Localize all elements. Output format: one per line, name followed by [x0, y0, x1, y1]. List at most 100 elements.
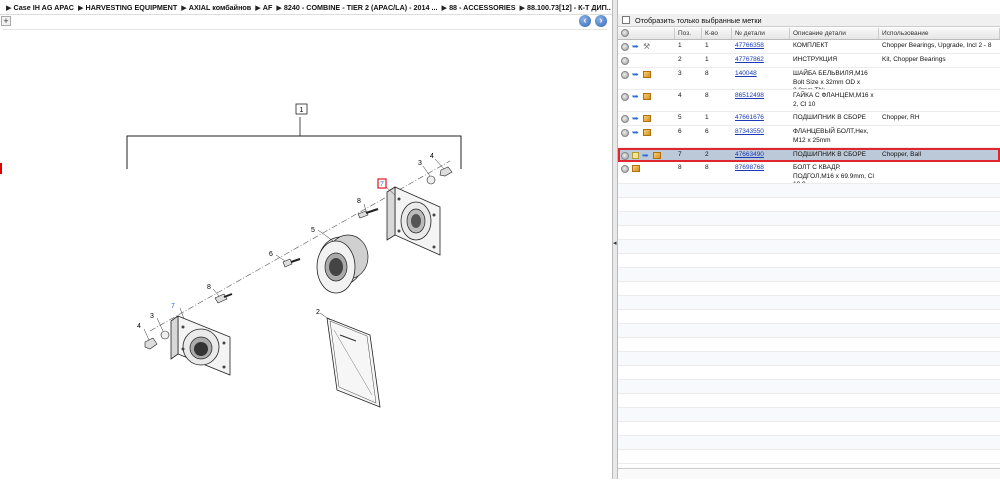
callout-2[interactable]: 2: [316, 309, 320, 316]
table-row[interactable]: 8 8 87698768 БОЛТ С КВАДР. ПОДГОЛ,M16 x 69.…: [618, 162, 1000, 184]
parts-table: Поз. К-во № детали Описание детали Испол…: [618, 28, 1000, 464]
callout-1[interactable]: 1: [300, 107, 304, 114]
arrow-icon[interactable]: ➥: [632, 43, 640, 51]
header-description[interactable]: Описание детали: [790, 28, 879, 39]
part-number-link[interactable]: 47661676: [735, 114, 764, 121]
row-icons: ➥: [618, 90, 675, 111]
table-row[interactable]: ➥ 6 6 87343550 ФЛАНЦЕВЫЙ БОЛТ,Hex, M12 x 25m…: [618, 126, 1000, 148]
cell-pos: 4: [678, 92, 682, 99]
header-qty[interactable]: К-во: [702, 28, 732, 39]
arrow-icon[interactable]: ➥: [632, 93, 640, 101]
part-number-link[interactable]: 86512498: [735, 92, 764, 99]
wrench-icon[interactable]: ⚒: [643, 43, 651, 51]
callout-7[interactable]: 7: [380, 181, 384, 188]
callout-5[interactable]: 5: [311, 227, 315, 234]
callout-6[interactable]: 6: [269, 251, 273, 258]
callout-4[interactable]: 4: [430, 153, 434, 160]
exploded-parts-diagram[interactable]: 1 4 3 7 8 5 6 8 2 7 3 4: [0, 15, 612, 480]
empty-table-row: [618, 310, 1000, 324]
table-row[interactable]: ➥ 3 8 140048 ШАЙБА БЕЛЬВИЛЯ,M16 Bolt Size x …: [618, 68, 1000, 90]
row-icons: ➥: [618, 112, 675, 125]
callout-3[interactable]: 3: [418, 160, 422, 167]
breadcrumb-item-1[interactable]: HARVESTING EQUIPMENT: [86, 3, 178, 12]
info-icon[interactable]: [621, 43, 629, 51]
box-icon[interactable]: [653, 152, 661, 159]
row-icons: ➥: [618, 126, 675, 147]
table-row[interactable]: ➥ 7 2 47663490 ПОДШИПНИК В СБОРЕ Chopper, Bal…: [618, 148, 1000, 162]
arrow-icon[interactable]: ➥: [632, 115, 640, 123]
row-icons: ➥: [618, 68, 675, 89]
info-icon[interactable]: [621, 129, 629, 137]
breadcrumb-item-0[interactable]: Case IH AG APAC: [14, 3, 74, 12]
table-empty-area: [618, 184, 1000, 464]
cell-description: ИНСТРУКЦИЯ: [793, 56, 838, 63]
info-icon[interactable]: [621, 115, 629, 123]
table-body: ➥ ⚒ 1 1 47766358 КОМПЛЕКТ Chopper Bearings, Up…: [618, 40, 1000, 184]
info-icon[interactable]: [621, 152, 629, 160]
part-number-link[interactable]: 87698768: [735, 164, 764, 171]
callout-8[interactable]: 8: [357, 198, 361, 205]
cell-usage: [879, 162, 1000, 183]
callout-8[interactable]: 8: [207, 284, 211, 291]
empty-table-row: [618, 226, 1000, 240]
breadcrumb-item-4[interactable]: 8240 - COMBINE - TIER 2 (APAC/LA) - 2014…: [284, 3, 438, 12]
breadcrumb-arrow-icon: ▶: [77, 2, 84, 12]
collapse-arrow-icon[interactable]: ◂: [613, 239, 617, 247]
info-icon[interactable]: [621, 71, 629, 79]
box-icon[interactable]: [643, 71, 651, 78]
arrow-icon[interactable]: ➥: [642, 152, 650, 160]
breadcrumb-item-5[interactable]: 88 - ACCESSORIES: [449, 3, 515, 12]
cell-pos: 7: [678, 151, 682, 158]
cell-usage: Kit, Chopper Bearings: [882, 56, 946, 63]
arrow-icon[interactable]: ➥: [632, 129, 640, 137]
info-icon[interactable]: [621, 57, 629, 65]
cell-description: ПОДШИПНИК В СБОРЕ: [793, 151, 867, 158]
empty-table-row: [618, 436, 1000, 450]
info-icon[interactable]: [621, 93, 629, 101]
box-icon[interactable]: [643, 115, 651, 122]
part-number-link[interactable]: 87343550: [735, 128, 764, 135]
table-row[interactable]: ➥ ⚒ 1 1 47766358 КОМПЛЕКТ Chopper Bearings, Up…: [618, 40, 1000, 54]
breadcrumb-item-3[interactable]: AF: [263, 3, 273, 12]
diagram-pane: + ‹ › 1 4 3 7 8 5 6 8 2 7 3 4: [0, 14, 612, 479]
part-number-link[interactable]: 47767862: [735, 56, 764, 63]
cell-part-number: 47661676: [732, 112, 790, 125]
note-icon[interactable]: [632, 152, 639, 159]
instruction-booklet: [326, 317, 381, 408]
empty-table-row: [618, 338, 1000, 352]
show-selected-checkbox[interactable]: [622, 16, 630, 24]
cell-pos: 6: [678, 128, 682, 135]
cell-qty: 8: [705, 164, 709, 171]
filter-bar: Отобразить только выбранные метки: [618, 14, 1000, 27]
box-icon[interactable]: [643, 129, 651, 136]
cell-description: ШАЙБА БЕЛЬВИЛЯ,M16 Bolt Size x 32mm OD x…: [793, 70, 868, 89]
empty-table-row: [618, 324, 1000, 338]
cell-qty: 1: [705, 42, 709, 49]
breadcrumb-arrow-icon: ▶: [276, 2, 282, 12]
callout-4[interactable]: 4: [137, 323, 141, 330]
box-icon[interactable]: [632, 165, 640, 172]
header-usage[interactable]: Использование: [879, 28, 1000, 39]
header-part-number[interactable]: № детали: [732, 28, 790, 39]
part-number-link[interactable]: 47766358: [735, 42, 764, 49]
cell-description: БОЛТ С КВАДР. ПОДГОЛ,M16 x 69.9mm, Cl 10…: [793, 164, 874, 183]
table-row[interactable]: 2 1 47767862 ИНСТРУКЦИЯ Kit, Chopper Bearing…: [618, 54, 1000, 68]
horizontal-scrollbar[interactable]: [618, 468, 1000, 479]
cell-usage: [879, 126, 1000, 147]
empty-table-row: [618, 422, 1000, 436]
breadcrumb-item-2[interactable]: AXIAL комбайнов: [189, 3, 251, 12]
cell-part-number: 87698768: [732, 162, 790, 183]
table-row[interactable]: ➥ 5 1 47661676 ПОДШИПНИК В СБОРЕ Chopper, RH: [618, 112, 1000, 126]
breadcrumb-arrow-icon: ▶: [255, 2, 261, 12]
part-number-link[interactable]: 140048: [735, 70, 757, 77]
info-icon[interactable]: [621, 165, 629, 173]
table-row[interactable]: ➥ 4 8 86512498 ГАЙКА С ФЛАНЦЕМ,M16 x 2, Cl 1…: [618, 90, 1000, 112]
cell-qty: 1: [705, 114, 709, 121]
callout-3[interactable]: 3: [150, 313, 154, 320]
part-number-link[interactable]: 47663490: [735, 151, 764, 158]
arrow-icon[interactable]: ➥: [632, 71, 640, 79]
box-icon[interactable]: [643, 93, 651, 100]
breadcrumb-item-6[interactable]: 88.100.73[12] - К-Т ДИП.. ДОП.. ПОДШИПН.…: [527, 3, 612, 12]
header-pos[interactable]: Поз.: [675, 28, 702, 39]
callout-7[interactable]: 7: [171, 303, 175, 310]
